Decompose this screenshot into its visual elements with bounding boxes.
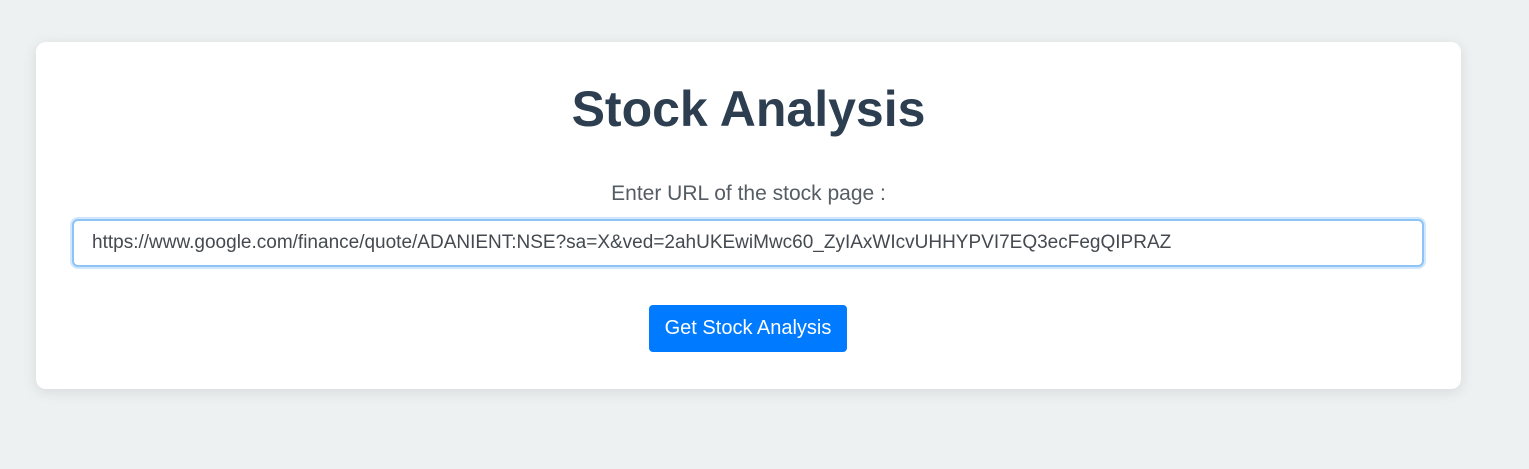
url-input-label: Enter URL of the stock page : (611, 182, 886, 205)
page-title: Stock Analysis (571, 81, 926, 137)
stock-url-input[interactable] (72, 219, 1424, 267)
stock-analysis-card: Stock Analysis Enter URL of the stock pa… (36, 42, 1461, 389)
get-stock-analysis-button[interactable]: Get Stock Analysis (649, 305, 847, 352)
